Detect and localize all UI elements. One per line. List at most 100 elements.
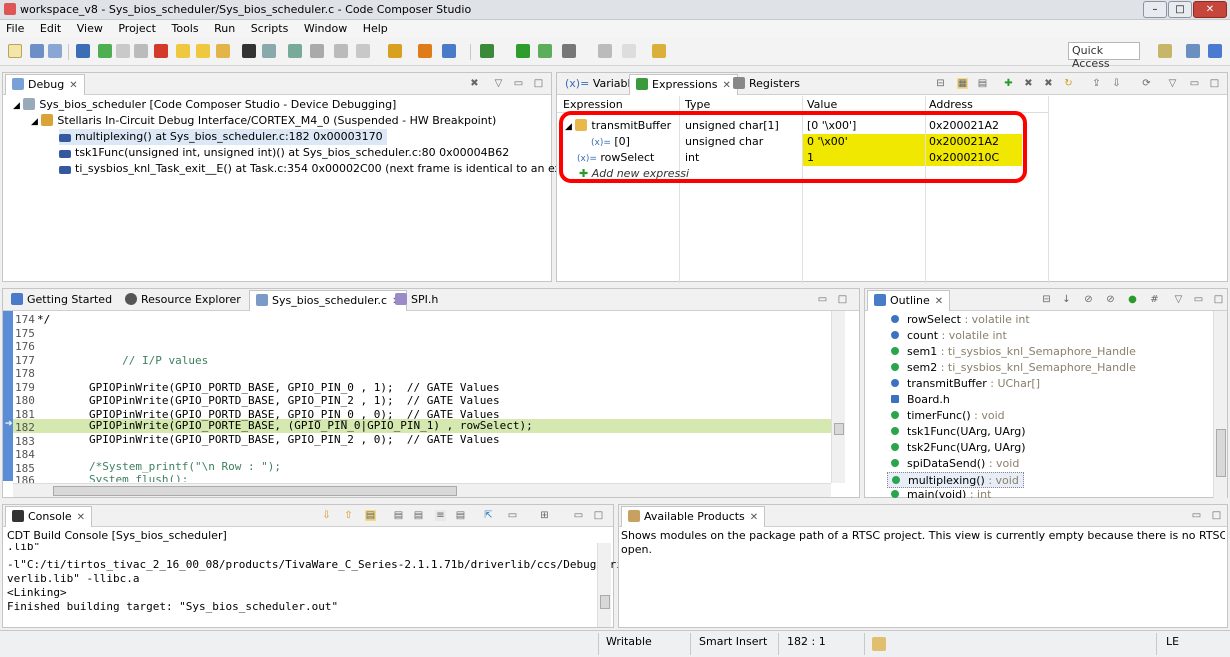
list-item[interactable]: sem1 : ti_sysbios_knl_Semaphore_Handle xyxy=(891,344,1136,360)
minimize-button[interactable]: – xyxy=(1143,1,1167,18)
menu-run[interactable]: Run xyxy=(208,20,241,37)
minimize-view-icon[interactable]: ▭ xyxy=(573,510,584,521)
list-item[interactable]: count : volatile int xyxy=(891,328,1007,344)
save-icon[interactable] xyxy=(30,44,44,58)
target-icon[interactable] xyxy=(334,44,348,58)
display-console-icon[interactable]: ▭ xyxy=(507,510,518,521)
save-all-icon[interactable] xyxy=(48,44,62,58)
tab-debug[interactable]: Debug ✕ xyxy=(5,74,85,95)
show-console-icon[interactable]: ▤ xyxy=(455,510,466,521)
copy-icon[interactable]: ▤ xyxy=(413,510,424,521)
tab-console[interactable]: Console ✕ xyxy=(5,506,93,527)
mark-icon[interactable] xyxy=(622,44,636,58)
hide-fields-icon[interactable]: ⊘ xyxy=(1083,294,1094,305)
stack-frame[interactable]: tsk1Func(unsigned int, unsigned int)() a… xyxy=(59,145,509,161)
scroll-up-icon[interactable]: ⇧ xyxy=(343,510,354,521)
open-perspective-icon[interactable] xyxy=(1158,44,1172,58)
menu-help[interactable]: Help xyxy=(357,20,394,37)
tools-icon[interactable] xyxy=(288,44,302,58)
build-icon[interactable] xyxy=(388,44,402,58)
menu-view[interactable]: View xyxy=(71,20,109,37)
close-icon[interactable]: ✕ xyxy=(935,296,943,307)
scroll-thumb[interactable] xyxy=(53,486,457,496)
minimize-view-icon[interactable]: ▭ xyxy=(513,78,524,89)
suspend-icon[interactable] xyxy=(116,44,130,58)
list-item-selected[interactable]: multiplexing() : void xyxy=(887,472,1024,488)
maximize-button[interactable]: □ xyxy=(1168,1,1192,18)
remove-all-icon[interactable]: ✖ xyxy=(469,78,480,89)
maximize-view-icon[interactable]: □ xyxy=(837,294,848,305)
step-over-icon[interactable] xyxy=(196,44,210,58)
load-program-icon[interactable] xyxy=(310,44,324,58)
status-build-icon[interactable] xyxy=(872,637,886,651)
pin-icon[interactable] xyxy=(652,44,666,58)
new-icon[interactable] xyxy=(8,44,22,58)
close-icon[interactable]: ✕ xyxy=(77,512,85,523)
step-return-icon[interactable] xyxy=(216,44,230,58)
word-wrap-icon[interactable]: ≡ xyxy=(435,510,446,521)
minimize-view-icon[interactable]: ▭ xyxy=(817,294,828,305)
scroll-down-icon[interactable]: ⇩ xyxy=(321,510,332,521)
refresh-icon[interactable] xyxy=(418,44,432,58)
tab-available-products[interactable]: Available Products ✕ xyxy=(621,506,766,527)
connect-icon[interactable] xyxy=(262,44,276,58)
tab-getting-started[interactable]: Getting Started xyxy=(5,290,118,311)
hide-static-icon[interactable]: ⊘ xyxy=(1105,294,1116,305)
view-menu-icon[interactable]: ▽ xyxy=(1167,78,1178,89)
list-item[interactable]: transmitBuffer : UChar[] xyxy=(891,376,1040,392)
search-icon[interactable] xyxy=(598,44,612,58)
minimize-view-icon[interactable]: ▭ xyxy=(1189,78,1200,89)
collapse-all-icon[interactable]: ⊟ xyxy=(935,78,946,89)
run-icon[interactable] xyxy=(516,44,530,58)
minimize-view-icon[interactable]: ▭ xyxy=(1193,294,1204,305)
wrench-icon[interactable] xyxy=(562,44,576,58)
list-item[interactable]: timerFunc() : void xyxy=(891,408,1005,424)
close-button[interactable]: ✕ xyxy=(1193,1,1227,18)
scroll-thumb[interactable] xyxy=(600,595,610,609)
tab-spi-h[interactable]: SPI.h xyxy=(389,290,444,311)
maximize-view-icon[interactable]: □ xyxy=(533,78,544,89)
minimize-view-icon[interactable]: ▭ xyxy=(1191,510,1202,521)
continuous-refresh-icon[interactable]: ⟳ xyxy=(1141,78,1152,89)
refresh-icon[interactable]: ↻ xyxy=(1063,78,1074,89)
menu-tools[interactable]: Tools xyxy=(165,20,204,37)
scroll-lock-icon[interactable]: ▤ xyxy=(365,510,376,521)
close-icon[interactable]: ✕ xyxy=(750,512,758,523)
terminate-icon[interactable] xyxy=(154,44,168,58)
show-type-icon[interactable]: ▦ xyxy=(957,78,968,89)
horizontal-scrollbar[interactable] xyxy=(13,483,831,497)
collapse-all-icon[interactable]: ⊟ xyxy=(1041,294,1052,305)
layout-icon[interactable]: ▤ xyxy=(977,78,988,89)
pin-console-icon[interactable]: ⇱ xyxy=(483,510,494,521)
editor-scrollbar[interactable] xyxy=(831,311,845,483)
add-icon[interactable]: ✚ xyxy=(1003,78,1014,89)
list-item[interactable]: rowSelect : volatile int xyxy=(891,312,1030,328)
sort-icon[interactable]: ↓ xyxy=(1061,294,1072,305)
menu-scripts[interactable]: Scripts xyxy=(245,20,295,37)
list-item[interactable]: sem2 : ti_sysbios_knl_Semaphore_Handle xyxy=(891,360,1136,376)
quick-access-input[interactable]: Quick Access xyxy=(1068,42,1140,70)
tab-outline[interactable]: Outline ✕ xyxy=(867,290,951,311)
debug-icon[interactable] xyxy=(442,44,456,58)
disconnect-icon[interactable] xyxy=(356,44,370,58)
remove-all-icon[interactable]: ✖ xyxy=(1043,78,1054,89)
clear-console-icon[interactable]: ▤ xyxy=(393,510,404,521)
memory-icon[interactable] xyxy=(242,44,256,58)
maximize-view-icon[interactable]: □ xyxy=(593,510,604,521)
list-item[interactable]: tsk2Func(UArg, UArg) xyxy=(891,440,1025,456)
menu-file[interactable]: File xyxy=(0,20,30,37)
outline-scrollbar[interactable] xyxy=(1213,311,1227,498)
bug-icon[interactable] xyxy=(480,44,494,58)
tab-resource-explorer[interactable]: Resource Explorer xyxy=(119,290,247,311)
step-into-icon[interactable] xyxy=(176,44,190,58)
menu-window[interactable]: Window xyxy=(298,20,353,37)
code-line[interactable]: GPIOPinWrite(GPIO_PORTD_BASE, GPIO_PIN_2… xyxy=(89,432,500,448)
list-item[interactable]: spiDataSend() : void xyxy=(891,456,1019,472)
debug-view-icon[interactable] xyxy=(76,44,90,58)
view-menu-icon[interactable]: ▽ xyxy=(1173,294,1184,305)
scroll-thumb[interactable] xyxy=(834,423,844,435)
scroll-thumb[interactable] xyxy=(1216,429,1226,477)
menu-project[interactable]: Project xyxy=(112,20,162,37)
stack-frame[interactable]: ti_sysbios_knl_Task_exit__E() at Task.c:… xyxy=(59,161,632,177)
export-icon[interactable]: ⇪ xyxy=(1091,78,1102,89)
